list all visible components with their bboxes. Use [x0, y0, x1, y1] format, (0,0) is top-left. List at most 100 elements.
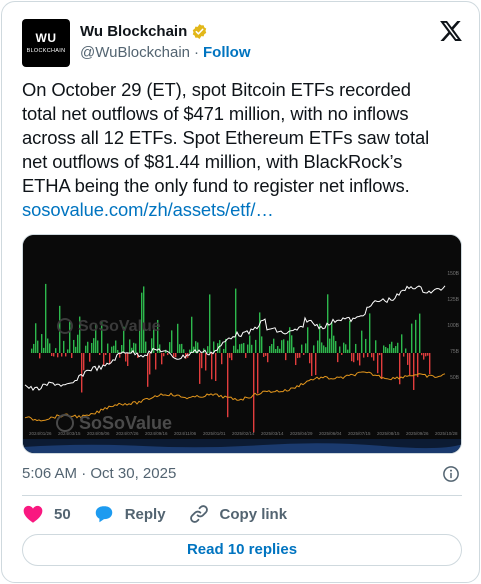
flow-bar — [245, 353, 247, 358]
x-tick-label: 2024/05/06 — [87, 431, 110, 436]
read-replies-button[interactable]: Read 10 replies — [22, 534, 462, 566]
flow-bar — [63, 340, 65, 353]
flow-bar — [333, 335, 335, 353]
flow-bar — [163, 353, 165, 357]
flow-bar — [257, 353, 259, 394]
flow-bar — [243, 342, 245, 353]
tweet-link[interactable]: sosovalue.com/zh/assets/etf/… — [22, 199, 274, 220]
flow-bar — [111, 346, 113, 353]
flow-bar — [345, 344, 347, 353]
flow-bar — [317, 340, 319, 353]
follow-button[interactable]: Follow — [203, 44, 251, 61]
flow-bar — [115, 340, 117, 353]
flow-bar — [55, 348, 57, 353]
display-name[interactable]: Wu Blockchain — [80, 23, 187, 40]
flow-bar — [383, 345, 385, 353]
flow-bar — [175, 353, 177, 358]
flow-bar — [85, 345, 87, 353]
flow-bar — [301, 344, 303, 353]
flow-bar — [371, 353, 373, 358]
flow-bar — [167, 353, 169, 356]
flow-bar — [239, 344, 241, 353]
flow-bar — [323, 345, 325, 353]
flow-bar — [321, 342, 323, 353]
flow-bar — [179, 344, 181, 353]
x-tick-label: 2024/07/26 — [116, 431, 139, 436]
flow-bar — [369, 313, 371, 353]
flow-bar — [273, 338, 275, 353]
x-tick-label: 2025/04/29 — [290, 431, 313, 436]
flow-bar — [283, 339, 285, 353]
flow-bar — [421, 353, 423, 356]
flow-bar — [381, 353, 383, 380]
tweet-date[interactable]: Oct 30, 2025 — [90, 465, 176, 482]
tweet-line: ETHA being the only fund to register net… — [22, 175, 410, 196]
flow-bar — [297, 353, 299, 359]
x-tick-label: 2025/06/04 — [319, 431, 342, 436]
info-icon[interactable] — [442, 465, 460, 483]
flow-bar — [379, 353, 381, 356]
media-image[interactable]: SoSoValue SoSoValue 150B 125B 100B 75B 50B 2… — [22, 234, 462, 454]
flow-bar — [367, 353, 369, 358]
tweet-line: total net outflows of $471 million, with… — [22, 103, 409, 124]
tweet-time[interactable]: 5:06 AM — [22, 465, 77, 482]
flow-bar — [299, 353, 301, 358]
flow-bar — [429, 353, 431, 375]
flow-bar — [109, 353, 111, 365]
flow-bar — [105, 353, 107, 356]
flow-bar — [413, 353, 415, 390]
flow-bar — [145, 341, 147, 353]
flow-bar — [409, 353, 411, 376]
y-tick-label: 125B — [447, 297, 459, 303]
flow-bar — [405, 348, 407, 353]
flow-bar — [189, 349, 191, 353]
divider — [22, 495, 462, 496]
tweet-card: WU BLOCKCHAIN Wu Blockchain @WuBlockchai… — [1, 1, 480, 583]
y-tick-label: 50B — [450, 375, 460, 381]
flow-bar — [415, 319, 417, 353]
flow-bar — [423, 353, 425, 360]
flow-bar — [51, 353, 53, 357]
flow-bar — [65, 353, 67, 357]
flow-bar — [281, 340, 283, 353]
verified-badge-icon — [193, 23, 207, 39]
like-button[interactable]: 50 — [22, 503, 71, 525]
flow-bar — [49, 343, 51, 353]
reply-button[interactable]: Reply — [93, 503, 166, 525]
tweet-text: On October 29 (ET), spot Bitcoin ETFs re… — [22, 78, 468, 222]
avatar[interactable]: WU BLOCKCHAIN — [22, 19, 70, 67]
flow-bar — [89, 353, 91, 362]
flow-bar — [155, 353, 157, 370]
flow-bar — [287, 340, 289, 353]
handle[interactable]: @WuBlockchain — [80, 44, 190, 61]
flow-bar — [205, 353, 207, 371]
flow-bar — [305, 343, 307, 353]
flow-bar — [37, 340, 39, 353]
flow-bar — [343, 342, 345, 353]
flow-bar — [207, 346, 209, 353]
x-tick-label: 2025/02/14 — [232, 431, 255, 436]
flow-bar — [419, 313, 421, 353]
tweet-line: across all 12 ETFs. Spot Ethereum ETFs s… — [22, 127, 430, 148]
flow-bar — [129, 339, 131, 353]
copy-link-button[interactable]: Copy link — [188, 503, 287, 525]
flow-bar — [337, 353, 339, 363]
flow-bar — [235, 288, 237, 353]
x-logo-icon[interactable] — [440, 21, 462, 41]
handle-row: @WuBlockchain · Follow — [80, 44, 251, 61]
flow-bar — [325, 347, 327, 353]
avatar-line1: WU — [35, 31, 57, 45]
flow-bar — [399, 353, 401, 385]
flow-bar — [231, 353, 233, 361]
flow-bar — [315, 353, 317, 376]
flow-bar — [293, 347, 295, 353]
flow-bar — [117, 349, 119, 353]
flow-bar — [387, 348, 389, 353]
flow-bar — [191, 316, 193, 353]
flow-bar — [249, 335, 251, 353]
flow-bar — [393, 348, 395, 353]
flow-bar — [233, 345, 235, 353]
separator-dot: · — [194, 44, 199, 61]
flow-bar — [329, 338, 331, 353]
flow-bar — [391, 341, 393, 353]
